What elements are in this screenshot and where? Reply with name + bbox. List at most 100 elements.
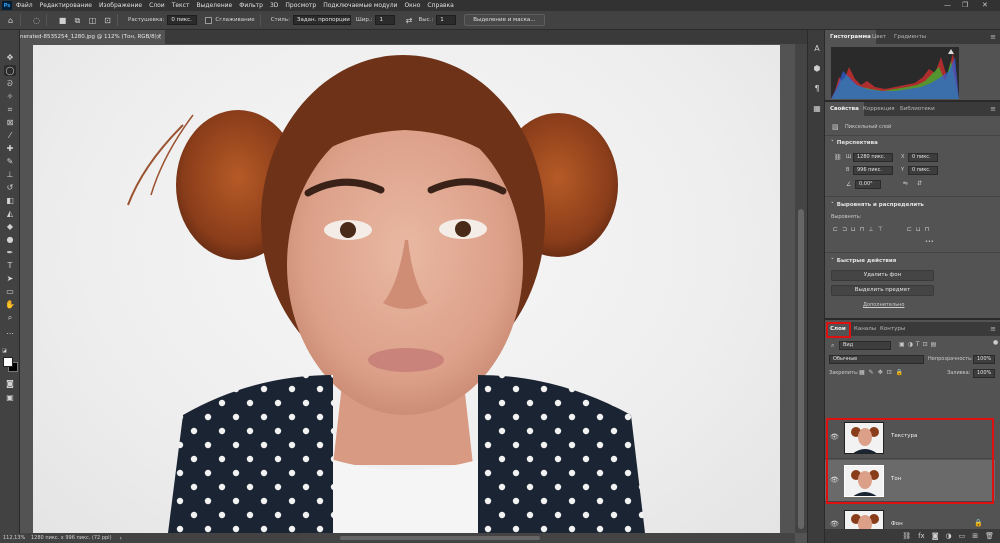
magic-wand-tool-icon[interactable]: ✧ — [4, 91, 16, 102]
style-select[interactable]: Задан. пропорции — [292, 15, 351, 25]
filter-type-icons[interactable]: ▣◑T⊡▤ — [899, 341, 939, 348]
close-window-icon[interactable]: ✕ — [982, 1, 988, 9]
tab-gradients[interactable]: Градиенты — [889, 30, 931, 44]
opacity-field[interactable]: 100% — [973, 355, 995, 364]
marquee-preset-icon[interactable]: ◌ — [32, 16, 41, 25]
menu-edit[interactable]: Редактирование — [40, 2, 92, 9]
select-and-mask-button[interactable]: Выделение и маска... — [464, 14, 545, 26]
menu-help[interactable]: Справка — [427, 2, 453, 9]
menu-plugins[interactable]: Подключаемые модули — [323, 2, 397, 9]
select-subject-button[interactable]: Выделить предмет — [831, 285, 934, 296]
pen-tool-icon[interactable]: ✒ — [4, 247, 16, 258]
healing-brush-tool-icon[interactable]: ✚ — [4, 143, 16, 154]
add-selection-icon[interactable]: ⧉ — [73, 16, 82, 25]
vertical-scrollbar[interactable] — [795, 44, 807, 533]
foreground-color[interactable] — [3, 357, 13, 367]
fill-field[interactable]: 100% — [973, 369, 995, 378]
flip-horizontal-icon[interactable]: ⇋ — [903, 180, 908, 187]
tab-libraries[interactable]: Библиотеки — [895, 102, 940, 116]
transform-section-title[interactable]: ˅ Перспектива — [831, 140, 878, 146]
rectangle-tool-icon[interactable]: ▭ — [4, 286, 16, 297]
status-arrow-icon[interactable]: › — [120, 535, 122, 542]
tab-paths[interactable]: Контуры — [875, 322, 910, 336]
document-image[interactable] — [33, 45, 780, 533]
more-link[interactable]: Дополнительно — [863, 302, 904, 308]
paint-bucket-tool-icon[interactable]: ◭ — [4, 208, 16, 219]
scrollbar-thumb[interactable] — [340, 536, 540, 540]
zoom-tool-icon[interactable]: ⌕ — [4, 312, 16, 323]
fx-icon[interactable]: fx — [918, 532, 925, 540]
scrollbar-thumb[interactable] — [798, 209, 804, 529]
angle-field[interactable]: 0,00° — [855, 180, 881, 189]
menu-file[interactable]: Файл — [16, 2, 33, 9]
path-selection-tool-icon[interactable]: ➤ — [4, 273, 16, 284]
link-icon[interactable]: ⛓ — [902, 532, 911, 540]
move-tool-icon[interactable]: ✥ — [4, 52, 16, 63]
adjustment-icon[interactable]: ◑ — [946, 532, 952, 540]
marquee-tool-icon[interactable]: ◯ — [4, 65, 16, 76]
zoom-level[interactable]: 112,13% — [3, 535, 25, 541]
filter-toggle-icon[interactable]: ● — [993, 339, 998, 346]
swap-arrows-icon[interactable]: ⇄ — [404, 16, 413, 25]
horizontal-scrollbar[interactable] — [300, 533, 795, 543]
eyedropper-tool-icon[interactable]: ⁄ — [4, 130, 16, 141]
more-tools-icon[interactable]: ⋯ — [4, 328, 16, 339]
new-selection-icon[interactable]: ■ — [58, 16, 67, 25]
more-options-icon[interactable]: ••• — [925, 239, 934, 245]
flip-vertical-icon[interactable]: ⇵ — [917, 180, 922, 187]
layer-filter-select[interactable]: Вид — [839, 341, 891, 350]
width-field[interactable]: 1280 пикс. — [853, 153, 893, 162]
character-panel-icon[interactable]: A — [812, 44, 822, 54]
link-icon[interactable]: ⛓ — [834, 154, 842, 161]
screen-mode-icon[interactable]: ▣ — [4, 392, 16, 403]
close-tab-icon[interactable]: × — [156, 30, 162, 44]
intersect-selection-icon[interactable]: ⊡ — [103, 16, 112, 25]
hand-tool-icon[interactable]: ✋ — [4, 299, 16, 310]
blend-mode-select[interactable]: Обычные — [829, 355, 924, 364]
blur-tool-icon[interactable]: ◆ — [4, 221, 16, 232]
navigator-panel-icon[interactable]: ▦ — [812, 104, 822, 114]
paragraph-panel-icon[interactable]: ¶ — [812, 84, 822, 94]
quick-mask-icon[interactable]: ◙ — [4, 378, 16, 389]
type-tool-icon[interactable]: T — [4, 260, 16, 271]
eraser-tool-icon[interactable]: ◧ — [4, 195, 16, 206]
height-field[interactable]: 996 пикс. — [853, 166, 893, 175]
restore-icon[interactable]: ❐ — [962, 1, 968, 9]
panel-menu-icon[interactable]: ≡ — [990, 105, 996, 113]
panel-menu-icon[interactable]: ≡ — [990, 325, 996, 333]
x-field[interactable]: 0 пикс. — [908, 153, 938, 162]
subtract-selection-icon[interactable]: ◫ — [88, 16, 97, 25]
antialias-checkbox[interactable] — [205, 16, 213, 24]
home-icon[interactable]: ⌂ — [6, 16, 15, 25]
quick-actions-title[interactable]: ˅ Быстрые действия — [831, 258, 896, 264]
lasso-tool-icon[interactable]: ᘐ — [4, 78, 16, 89]
brush-tool-icon[interactable]: ✎ — [4, 156, 16, 167]
new-layer-icon[interactable]: ⊞ — [972, 532, 978, 540]
menu-view[interactable]: Просмотр — [285, 2, 316, 9]
history-brush-tool-icon[interactable]: ↺ — [4, 182, 16, 193]
align-section-title[interactable]: ˅ Выровнять и распределить — [831, 202, 924, 208]
3d-panel-icon[interactable]: ⬢ — [812, 64, 822, 74]
frame-tool-icon[interactable]: ⊠ — [4, 117, 16, 128]
canvas-area[interactable] — [20, 44, 795, 533]
menu-3d[interactable]: 3D — [270, 2, 278, 9]
default-colors-icon[interactable]: ◪ — [2, 348, 7, 354]
visibility-eye-icon[interactable]: 👁 — [830, 520, 839, 528]
crop-tool-icon[interactable]: ⌗ — [4, 104, 16, 115]
menu-filter[interactable]: Фильтр — [239, 2, 263, 9]
feather-input[interactable]: 0 пикс. — [167, 15, 198, 25]
menu-select[interactable]: Выделение — [196, 2, 232, 9]
mask-icon[interactable]: ◙ — [932, 532, 939, 540]
align-buttons-row[interactable]: ⊏⊐⊔⊓⊥⊤ — [833, 226, 887, 233]
minimize-icon[interactable]: — — [944, 1, 951, 9]
height-input[interactable]: 1 — [436, 15, 457, 25]
menu-image[interactable]: Изображение — [99, 2, 142, 9]
trash-icon[interactable]: 🗑 — [985, 532, 994, 540]
clone-stamp-tool-icon[interactable]: ⊥ — [4, 169, 16, 180]
tab-adjustments[interactable]: Коррекция — [858, 102, 900, 116]
panel-menu-icon[interactable]: ≡ — [990, 33, 996, 41]
folder-icon[interactable]: ▭ — [959, 532, 966, 540]
align-buttons-row-2[interactable]: ⊏⊔⊓ — [907, 226, 933, 233]
y-field[interactable]: 0 пикс. — [908, 166, 938, 175]
menu-type[interactable]: Текст — [172, 2, 190, 9]
